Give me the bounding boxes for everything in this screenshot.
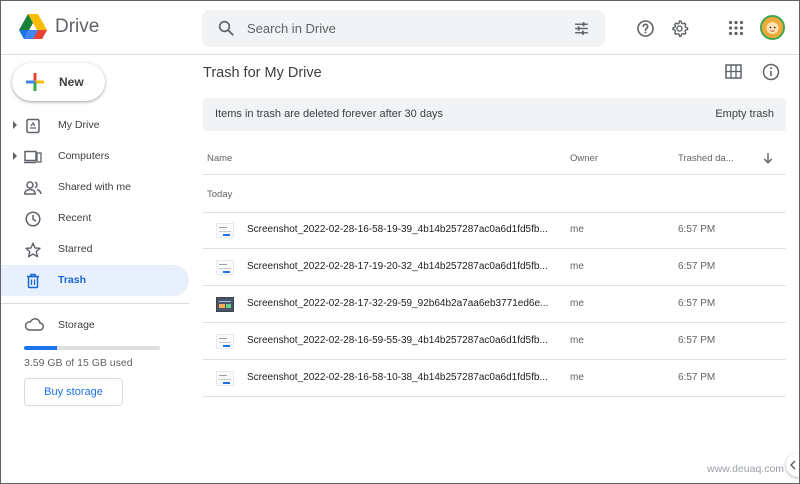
column-header-owner[interactable]: Owner xyxy=(570,153,598,164)
file-owner: me xyxy=(570,372,584,383)
trash-info-banner: Items in trash are deleted forever after… xyxy=(203,98,786,131)
column-header-name[interactable]: Name xyxy=(207,153,232,164)
file-name: Screenshot_2022-02-28-16-58-10-38_4b14b2… xyxy=(247,372,548,383)
file-thumbnail-icon xyxy=(216,334,234,349)
computers-icon xyxy=(24,148,42,166)
drive-logo-icon xyxy=(19,14,47,39)
expand-caret-icon[interactable] xyxy=(13,121,17,129)
sidebar-item-label: My Drive xyxy=(58,119,100,131)
sidebar-item-trash[interactable]: Trash xyxy=(1,265,189,296)
file-thumbnail-icon xyxy=(216,297,234,312)
file-row[interactable]: Screenshot_2022-02-28-16-58-19-39_4b14b2… xyxy=(203,212,786,249)
search-bar[interactable]: Search in Drive xyxy=(202,10,605,47)
empty-trash-button[interactable]: Empty trash xyxy=(715,108,774,120)
new-button[interactable]: New xyxy=(12,63,105,101)
info-icon[interactable] xyxy=(762,63,780,81)
search-icon[interactable] xyxy=(217,19,235,37)
sidebar-item-label: Shared with me xyxy=(58,181,131,193)
file-owner: me xyxy=(570,261,584,272)
avatar[interactable] xyxy=(760,15,785,40)
sidebar-item-label: Trash xyxy=(58,274,87,286)
help-icon[interactable] xyxy=(635,18,655,38)
shared-icon xyxy=(24,179,42,197)
file-thumbnail-icon xyxy=(216,260,234,275)
sidebar-item-label: Computers xyxy=(58,150,110,162)
file-trashed-date: 6:57 PM xyxy=(678,298,716,309)
sidebar-item-computers[interactable]: Computers xyxy=(1,141,189,172)
avatar-face-icon xyxy=(762,17,783,38)
tune-icon[interactable] xyxy=(573,20,590,37)
page-title: Trash for My Drive xyxy=(203,65,322,81)
column-header-trashed-date[interactable]: Trashed da... xyxy=(678,153,734,164)
file-row[interactable]: Screenshot_2022-02-28-17-19-20-32_4b14b2… xyxy=(203,249,786,286)
app-name: Drive xyxy=(55,15,100,37)
file-name: Screenshot_2022-02-28-16-59-55-39_4b14b2… xyxy=(247,335,548,346)
file-owner: me xyxy=(570,335,584,346)
file-thumbnail-icon xyxy=(216,223,234,238)
sidebar-divider xyxy=(1,303,189,304)
sidebar-item-my-drive[interactable]: My Drive xyxy=(1,110,189,141)
chevron-left-icon xyxy=(789,460,796,470)
drive-window: Drive Search in Drive New My Drive Compu… xyxy=(0,0,800,484)
storage-progress-fill xyxy=(24,346,57,350)
banner-text: Items in trash are deleted forever after… xyxy=(215,108,444,120)
file-name: Screenshot_2022-02-28-17-19-20-32_4b14b2… xyxy=(247,261,548,272)
apps-grid-icon[interactable] xyxy=(726,18,746,38)
file-name: Screenshot_2022-02-28-16-58-19-39_4b14b2… xyxy=(247,224,548,235)
sidebar-item-label: Recent xyxy=(58,212,92,224)
storage-usage-text: 3.59 GB of 15 GB used xyxy=(24,357,133,369)
file-trashed-date: 6:57 PM xyxy=(678,372,716,383)
file-trashed-date: 6:57 PM xyxy=(678,224,716,235)
date-group-label: Today xyxy=(207,189,233,200)
my-drive-icon xyxy=(24,117,42,135)
file-thumbnail-icon xyxy=(216,371,234,386)
divider xyxy=(203,174,786,175)
file-owner: me xyxy=(570,298,584,309)
new-button-label: New xyxy=(59,75,84,89)
storage-progress-bar xyxy=(24,346,160,350)
watermark: www.deuaq.com xyxy=(707,463,785,475)
star-icon xyxy=(24,241,42,259)
divider xyxy=(203,396,786,397)
file-owner: me xyxy=(570,224,584,235)
file-name: Screenshot_2022-02-28-17-32-29-59_92b64b… xyxy=(247,298,549,309)
plus-icon xyxy=(26,73,44,91)
file-row[interactable]: Screenshot_2022-02-28-16-58-10-38_4b14b2… xyxy=(203,360,786,397)
sidebar-item-label: Starred xyxy=(58,243,93,255)
settings-icon[interactable] xyxy=(669,18,689,38)
file-row[interactable]: Screenshot_2022-02-28-16-59-55-39_4b14b2… xyxy=(203,323,786,360)
clock-icon xyxy=(24,210,42,228)
drive-logo[interactable]: Drive xyxy=(19,14,99,39)
trash-icon xyxy=(24,272,42,290)
file-trashed-date: 6:57 PM xyxy=(678,261,716,272)
sort-arrow-down-icon[interactable] xyxy=(762,152,774,164)
sidebar-item-shared-with-me[interactable]: Shared with me xyxy=(1,172,189,203)
search-input[interactable]: Search in Drive xyxy=(247,21,336,36)
sidebar-item-recent[interactable]: Recent xyxy=(1,203,189,234)
expand-caret-icon[interactable] xyxy=(13,152,17,160)
storage-label[interactable]: Storage xyxy=(58,319,95,331)
buy-storage-button[interactable]: Buy storage xyxy=(24,378,123,406)
file-row[interactable]: Screenshot_2022-02-28-17-32-29-59_92b64b… xyxy=(203,286,786,323)
cloud-icon xyxy=(24,318,44,331)
grid-view-icon[interactable] xyxy=(725,64,742,79)
file-trashed-date: 6:57 PM xyxy=(678,335,716,346)
top-bar: Drive Search in Drive xyxy=(1,1,799,55)
sidebar-item-starred[interactable]: Starred xyxy=(1,234,189,265)
side-panel-toggle[interactable] xyxy=(786,453,799,477)
